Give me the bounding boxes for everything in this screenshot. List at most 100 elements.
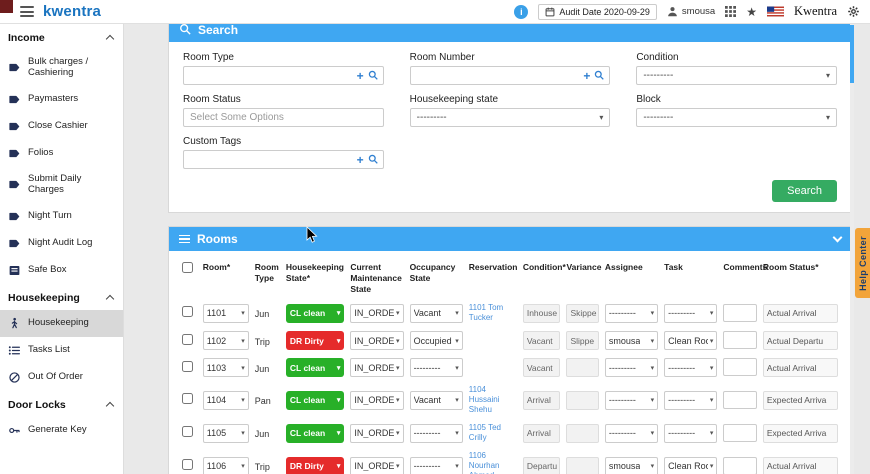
room-select[interactable]: 1105 ▾ xyxy=(202,423,249,443)
favorites-star-icon[interactable]: ★ xyxy=(746,6,757,18)
task-select[interactable]: --------- ▾ xyxy=(664,390,718,410)
audit-date-button[interactable]: Audit Date 2020-09-29 xyxy=(538,3,657,20)
room-select[interactable]: 1101 ▾ xyxy=(202,303,249,323)
assignee-select[interactable]: --------- ▾ xyxy=(604,303,659,323)
row-checkbox[interactable] xyxy=(182,306,193,318)
sidebar-item-paymasters[interactable]: Paymasters xyxy=(0,86,123,113)
comment-input[interactable] xyxy=(723,456,757,474)
maintenance-state-select[interactable]: IN_ORDE ▾ xyxy=(350,303,404,323)
comment-input[interactable] xyxy=(723,423,757,442)
housekeeping-state-select[interactable]: --------- ▾ xyxy=(409,108,611,127)
search-button[interactable]: Search xyxy=(772,180,837,202)
occupancy-state-select[interactable]: Vacant ▾ xyxy=(409,390,463,410)
room-status-field: Room Status Select Some Options xyxy=(183,94,384,127)
task-select[interactable]: Clean Roo ▾ xyxy=(664,331,718,351)
condition-select[interactable]: --------- ▾ xyxy=(636,66,837,85)
row-checkbox[interactable] xyxy=(182,426,193,438)
sidebar-item-housekeeping[interactable]: Housekeeping xyxy=(0,309,123,337)
add-icon[interactable]: + xyxy=(357,154,364,166)
sidebar-section-label: Door Locks xyxy=(8,398,66,411)
user-menu[interactable]: smousa xyxy=(667,6,715,17)
sidebar-section-header[interactable]: Door Locks xyxy=(0,391,123,417)
assignee-select[interactable]: smousa ▾ xyxy=(604,456,659,474)
sidebar-item-night-audit-log[interactable]: Night Audit Log xyxy=(0,230,123,257)
apps-grid-icon[interactable] xyxy=(725,6,737,17)
sidebar-item-tasks-list[interactable]: Tasks List xyxy=(0,337,123,364)
comment-input[interactable] xyxy=(723,390,757,409)
occupancy-state-select[interactable]: Vacant ▾ xyxy=(409,303,463,323)
maintenance-state-select[interactable]: IN_ORDE ▾ xyxy=(350,358,404,378)
add-icon[interactable]: + xyxy=(583,70,590,82)
task-select[interactable]: --------- ▾ xyxy=(664,303,718,323)
housekeeping-state-button[interactable]: CL clean ▾ xyxy=(285,358,345,378)
custom-tags-label: Custom Tags xyxy=(183,136,242,147)
reservation-link[interactable]: 1106 Nourhan Ahmed xyxy=(469,451,517,474)
search-icon[interactable] xyxy=(368,151,378,169)
main-scrollbar[interactable] xyxy=(850,24,854,474)
maintenance-state-select[interactable]: IN_ORDE ▾ xyxy=(350,390,404,410)
maintenance-state-select[interactable]: IN_ORDE ▾ xyxy=(350,456,404,474)
housekeeping-state-button[interactable]: CL clean ▾ xyxy=(285,390,345,410)
comment-input[interactable] xyxy=(723,331,757,350)
room-status-multiselect[interactable]: Select Some Options xyxy=(183,108,384,127)
assignee-select[interactable]: smousa ▾ xyxy=(604,331,659,351)
room-number-input[interactable] xyxy=(416,70,578,81)
row-checkbox[interactable] xyxy=(182,360,193,372)
sidebar-item-generate-key[interactable]: Generate Key xyxy=(0,417,123,444)
occupancy-state-select[interactable]: Occupied ▾ xyxy=(409,331,463,351)
rooms-panel-header[interactable]: Rooms xyxy=(169,227,851,251)
select-all-checkbox[interactable] xyxy=(182,262,193,273)
row-checkbox[interactable] xyxy=(182,459,193,471)
reservation-link[interactable]: 1104 Hussaini Shehu xyxy=(469,385,517,415)
reservation-link[interactable]: 1105 Ted Crilly xyxy=(469,423,517,443)
maintenance-state-select[interactable]: IN_ORDE ▾ xyxy=(350,423,404,443)
occupancy-state-select[interactable]: --------- ▾ xyxy=(409,358,463,378)
search-icon[interactable] xyxy=(594,67,605,85)
settings-gear-icon[interactable] xyxy=(847,5,860,18)
reservation-link[interactable]: 1101 Tom Tucker xyxy=(469,303,517,323)
room-select[interactable]: 1103 ▾ xyxy=(202,358,249,378)
sidebar-section-header[interactable]: Housekeeping xyxy=(0,284,123,310)
assignee-select[interactable]: --------- ▾ xyxy=(604,423,659,443)
sidebar-item-night-turn[interactable]: Night Turn xyxy=(0,203,123,230)
task-select[interactable]: Clean Roo ▾ xyxy=(664,456,718,474)
sidebar-item-folios[interactable]: Folios xyxy=(0,140,123,167)
room-type-input[interactable] xyxy=(190,70,351,81)
block-select[interactable]: --------- ▾ xyxy=(636,108,837,127)
housekeeping-state-button[interactable]: DR Dirty ▾ xyxy=(285,331,345,351)
comment-input[interactable] xyxy=(723,303,757,322)
task-select[interactable]: --------- ▾ xyxy=(664,423,718,443)
sidebar-item-out-of-order[interactable]: Out Of Order xyxy=(0,364,123,391)
chevron-down-icon[interactable] xyxy=(832,232,843,243)
occupancy-state-select[interactable]: --------- ▾ xyxy=(409,423,463,443)
help-center-tab[interactable]: Help Center xyxy=(855,228,870,298)
housekeeping-state-button[interactable]: CL clean ▾ xyxy=(285,303,345,323)
sidebar-item-close-cashier[interactable]: Close Cashier xyxy=(0,113,123,140)
sidebar-section-header[interactable]: Income xyxy=(0,24,123,50)
assignee-select[interactable]: --------- ▾ xyxy=(604,358,659,378)
info-icon[interactable]: i xyxy=(514,4,529,19)
comment-input[interactable] xyxy=(723,358,757,377)
housekeeping-state-button[interactable]: CL clean ▾ xyxy=(285,423,345,443)
assignee-select[interactable]: --------- ▾ xyxy=(604,390,659,410)
sidebar-item-submit-daily-charges[interactable]: Submit Daily Charges xyxy=(0,167,123,203)
search-icon[interactable] xyxy=(368,67,378,85)
menu-icon[interactable] xyxy=(20,6,34,17)
add-icon[interactable]: + xyxy=(357,70,364,82)
scrollbar-thumb[interactable] xyxy=(850,25,854,83)
app-logo[interactable]: kwentra xyxy=(43,3,101,20)
room-select[interactable]: 1104 ▾ xyxy=(202,390,249,410)
maintenance-state-select[interactable]: IN_ORDE ▾ xyxy=(350,331,404,351)
sidebar-item-bulk-charges-cashiering[interactable]: Bulk charges / Cashiering xyxy=(0,50,123,86)
search-panel-header[interactable]: Search xyxy=(169,24,851,42)
occupancy-state-select[interactable]: --------- ▾ xyxy=(409,456,463,474)
language-flag-icon[interactable] xyxy=(766,6,784,17)
room-select[interactable]: 1102 ▾ xyxy=(202,331,249,351)
housekeeping-state-button[interactable]: DR Dirty ▾ xyxy=(285,456,345,474)
sidebar-item-safe-box[interactable]: Safe Box xyxy=(0,257,123,284)
row-checkbox[interactable] xyxy=(182,333,193,345)
row-checkbox[interactable] xyxy=(182,393,193,405)
custom-tags-input[interactable] xyxy=(190,154,351,165)
task-select[interactable]: --------- ▾ xyxy=(664,358,718,378)
room-select[interactable]: 1106 ▾ xyxy=(202,456,249,474)
